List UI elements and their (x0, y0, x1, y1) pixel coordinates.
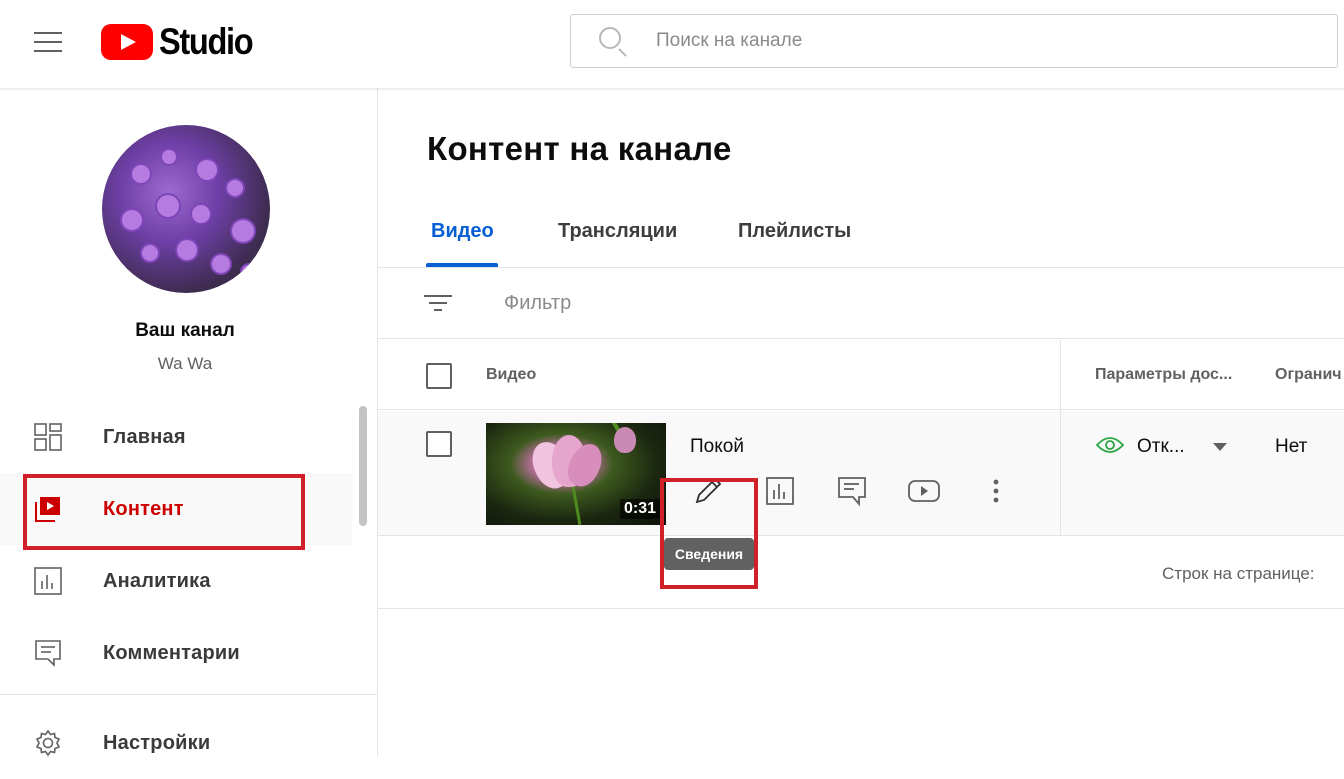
search-input[interactable] (656, 30, 1256, 52)
sidebar-item-analytics[interactable]: Аналитика (0, 545, 352, 617)
sidebar-item-settings[interactable]: Настройки (0, 707, 352, 779)
active-tab-indicator (426, 263, 498, 267)
column-header-video[interactable]: Видео (486, 366, 536, 384)
video-duration: 0:31 (619, 499, 660, 519)
filter-bar: Фильтр (378, 269, 1344, 339)
sidebar-item-label: Комментарии (103, 641, 240, 664)
channel-name: Wa Wa (157, 354, 213, 373)
sidebar-item-label: Настройки (103, 731, 211, 754)
eye-icon (1096, 437, 1124, 453)
tab-videos[interactable]: Видео (431, 220, 494, 243)
filter-input[interactable]: Фильтр (504, 292, 571, 315)
channel-avatar[interactable] (102, 125, 270, 293)
channel-title: Ваш канал (135, 320, 235, 341)
sidebar-item-label: Аналитика (103, 569, 211, 592)
comments-icon (35, 640, 61, 667)
comments-icon[interactable] (832, 471, 872, 511)
top-bar: Studio (0, 0, 1344, 88)
sidebar: Ваш канал Wa Wa Главная Контент Аналитик… (0, 88, 378, 757)
edit-tooltip: Сведения (664, 538, 754, 570)
table-header: Видео Параметры дос... Огранич (378, 340, 1344, 410)
page-title: Контент на канале (427, 130, 732, 167)
search-icon[interactable] (595, 23, 631, 59)
settings-icon (35, 729, 61, 757)
tab-playlists[interactable]: Плейлисты (738, 220, 851, 243)
search-box (570, 14, 1338, 68)
pager-divider (378, 608, 1344, 609)
main-content: Контент на канале Видео Трансляции Плейл… (378, 88, 1344, 756)
analytics-icon (34, 567, 62, 595)
sidebar-scrollbar[interactable] (359, 406, 367, 526)
sidebar-item-label: Главная (103, 425, 186, 448)
edit-icon[interactable] (688, 471, 728, 511)
sidebar-item-dashboard[interactable]: Главная (0, 401, 352, 473)
row-checkbox[interactable] (426, 431, 452, 457)
visibility-value[interactable]: Отк... (1137, 436, 1185, 458)
sidebar-item-content[interactable]: Контент (0, 473, 352, 545)
more-icon[interactable] (976, 471, 1016, 511)
hamburger-menu-icon[interactable] (28, 24, 68, 60)
tab-live[interactable]: Трансляции (558, 220, 677, 243)
column-header-visibility[interactable]: Параметры дос... (1095, 366, 1232, 384)
tab-bar: Видео Трансляции Плейлисты (378, 198, 1344, 268)
video-thumbnail[interactable]: 0:31 (486, 423, 666, 525)
content-icon (35, 497, 60, 522)
select-all-checkbox[interactable] (426, 363, 452, 389)
studio-logo[interactable]: Studio (101, 21, 265, 62)
video-title[interactable]: Покой (690, 436, 744, 458)
analytics-icon[interactable] (760, 471, 800, 511)
column-header-restrictions[interactable]: Огранич (1275, 366, 1342, 384)
filter-icon[interactable] (424, 291, 452, 315)
sidebar-item-comments[interactable]: Комментарии (0, 617, 352, 689)
dashboard-icon (34, 423, 62, 451)
logo-text: Studio (159, 21, 254, 62)
sidebar-divider (0, 694, 377, 695)
rows-per-page-label: Строк на странице: (1162, 564, 1315, 583)
restrictions-value: Нет (1275, 436, 1308, 457)
table-row[interactable]: 0:31 Покой Отк... Нет (378, 411, 1344, 536)
column-divider (1060, 340, 1061, 536)
chevron-down-icon[interactable] (1213, 443, 1227, 451)
sidebar-item-label: Контент (103, 497, 184, 520)
youtube-icon[interactable] (904, 471, 944, 511)
youtube-play-logo-icon (101, 24, 153, 60)
